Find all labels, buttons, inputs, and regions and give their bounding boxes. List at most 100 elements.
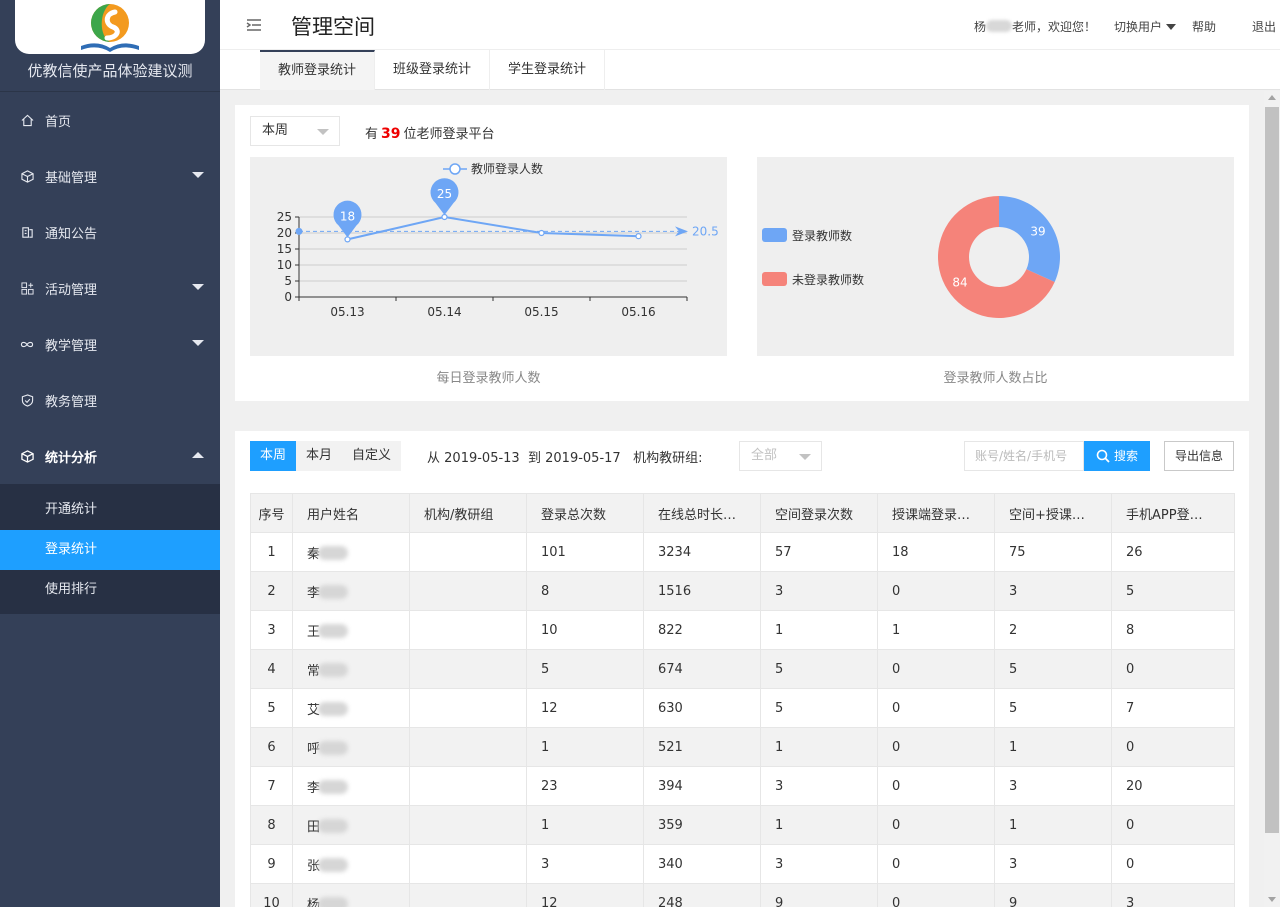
table-row[interactable]: 6 呼 1 521 1 0 1 0 xyxy=(250,727,1235,767)
menu-toggle-icon[interactable] xyxy=(246,18,262,36)
table-cell: 1 xyxy=(526,727,644,767)
column-header[interactable]: 空间+授课… xyxy=(994,493,1112,533)
table-row[interactable]: 5 艾 12 630 5 0 5 7 xyxy=(250,688,1235,728)
pie-chart-title: 登录教师人数占比 xyxy=(943,371,1048,386)
export-button[interactable]: 导出信息 xyxy=(1164,441,1234,471)
sidebar-item-statistics[interactable]: 统计分析 xyxy=(0,428,220,484)
table-row[interactable]: 10 杨 12 248 9 0 9 3 xyxy=(250,883,1235,907)
sidebar-item-teaching[interactable]: 教学管理 xyxy=(0,316,220,372)
search-button[interactable]: 搜索 xyxy=(1084,441,1150,471)
period-tab-custom[interactable]: 自定义 xyxy=(342,441,401,471)
chevron-down-icon xyxy=(192,172,204,178)
table-cell: 0 xyxy=(877,766,995,806)
sidebar-subitem-open-stats[interactable]: 开通统计 xyxy=(0,490,220,530)
column-header[interactable]: 在线总时长… xyxy=(643,493,761,533)
table-cell xyxy=(409,688,527,728)
period-select[interactable]: 本周 xyxy=(250,116,340,146)
redacted-name xyxy=(318,701,349,716)
line-chart-svg: 教师登录人数 0 5 10 15 20 25 05.13 05.14 05.15 05.16 20.5… xyxy=(277,161,719,319)
period-tab-week[interactable]: 本周 xyxy=(250,441,297,471)
page-title: 管理空间 xyxy=(291,15,375,39)
table-cell: 5 xyxy=(994,688,1112,728)
org-select[interactable]: 全部 xyxy=(739,441,822,471)
vertical-scrollbar[interactable] xyxy=(1264,91,1280,907)
logout-link[interactable]: 退出 xyxy=(1252,18,1276,35)
period-tab-month[interactable]: 本月 xyxy=(296,441,342,471)
legend-label: 教师登录人数 xyxy=(471,161,543,176)
column-header[interactable]: 机构/教研组 xyxy=(409,493,527,533)
sidebar-item-academic[interactable]: 教务管理 xyxy=(0,372,220,428)
row-index: 2 xyxy=(250,571,293,611)
table-row[interactable]: 8 田 1 359 1 0 1 0 xyxy=(250,805,1235,845)
teacher-login-count: 39 xyxy=(381,126,401,142)
summary-suffix: 位老师登录平台 xyxy=(403,127,495,142)
table-cell: 0 xyxy=(877,844,995,884)
caret-down-icon xyxy=(1166,24,1177,30)
help-link[interactable]: 帮助 xyxy=(1192,18,1216,35)
table-cell: 0 xyxy=(877,805,995,845)
table-row[interactable]: 4 常 5 674 5 0 5 0 xyxy=(250,649,1235,689)
table-cell: 0 xyxy=(877,883,995,907)
column-header[interactable]: 空间登录次数 xyxy=(760,493,878,533)
table-cell: 0 xyxy=(1111,649,1235,689)
sidebar-subitem-usage-rank[interactable]: 使用排行 xyxy=(0,570,220,610)
sidebar-item-activity[interactable]: 活动管理 xyxy=(0,260,220,316)
column-header[interactable]: 授课端登录… xyxy=(877,493,995,533)
table-row[interactable]: 9 张 3 340 3 0 3 0 xyxy=(250,844,1235,884)
table-row[interactable]: 7 李 23 394 3 0 3 20 xyxy=(250,766,1235,806)
table-cell xyxy=(409,571,527,611)
sidebar-subitem-login-stats[interactable]: 登录统计 xyxy=(0,530,220,570)
table-cell xyxy=(409,766,527,806)
table-cell: 5 xyxy=(760,688,878,728)
table-row[interactable]: 2 李 8 1516 3 0 3 5 xyxy=(250,571,1235,611)
x-tick-label: 05.15 xyxy=(524,305,558,319)
table-cell xyxy=(409,844,527,884)
row-index: 9 xyxy=(250,844,293,884)
table-cell: 7 xyxy=(1111,688,1235,728)
column-header[interactable]: 用户姓名 xyxy=(292,493,410,533)
tab-bar: 教师登录统计 班级登录统计 学生登录统计 xyxy=(220,50,1280,90)
row-index: 6 xyxy=(250,727,293,767)
tab-student-login[interactable]: 学生登录统计 xyxy=(490,50,605,90)
column-header[interactable]: 登录总次数 xyxy=(526,493,644,533)
sidebar-item-label: 统计分析 xyxy=(45,450,98,466)
switch-user-button[interactable]: 切换用户 xyxy=(1114,18,1177,35)
table-row[interactable]: 3 王 10 822 1 1 2 8 xyxy=(250,610,1235,650)
table-cell: 9 xyxy=(994,883,1112,907)
table-cell: 3 xyxy=(760,766,878,806)
table-cell: 3 xyxy=(994,766,1112,806)
tab-class-login[interactable]: 班级登录统计 xyxy=(375,50,490,90)
period-tabs: 本周 本月 自定义 xyxy=(250,441,402,471)
org-name: 优教信使产品体验建议测 xyxy=(27,62,193,80)
chevron-up-icon xyxy=(192,452,204,458)
caret-down-icon xyxy=(317,129,329,135)
table-cell: 3 xyxy=(994,571,1112,611)
y-tick-label: 15 xyxy=(277,242,292,256)
table-cell: 1 xyxy=(994,727,1112,767)
table-cell xyxy=(409,883,527,907)
from-date[interactable]: 2019-05-13 xyxy=(444,451,520,466)
table-cell xyxy=(409,532,527,572)
table-row[interactable]: 1 秦 101 3234 57 18 75 26 xyxy=(250,532,1235,572)
table-cell: 0 xyxy=(877,688,995,728)
logo xyxy=(15,0,205,54)
sidebar-item-notice[interactable]: 通知公告 xyxy=(0,204,220,260)
to-date[interactable]: 2019-05-17 xyxy=(545,451,621,466)
column-header[interactable]: 序号 xyxy=(250,493,293,533)
legend-label: 未登录教师数 xyxy=(792,272,864,287)
login-overview-card: 本周 有 39 位老师登录平台 教师登录人数 0 5 10 15 20 25 05.13 05.14… xyxy=(235,105,1249,401)
column-header[interactable]: 手机APP登… xyxy=(1111,493,1235,533)
scroll-up-icon[interactable] xyxy=(1268,95,1276,100)
scroll-down-icon[interactable] xyxy=(1268,897,1276,902)
sidebar-item-label: 教务管理 xyxy=(45,394,98,410)
caret-down-icon xyxy=(799,454,811,460)
sidebar-item-home[interactable]: 首页 xyxy=(0,92,220,148)
org-select-value: 全部 xyxy=(751,448,778,463)
table-cell xyxy=(409,610,527,650)
main-content: 本周 有 39 位老师登录平台 教师登录人数 0 5 10 15 20 25 05.13 05.14… xyxy=(220,91,1264,907)
table-cell: 秦 xyxy=(292,532,410,572)
tab-teacher-login[interactable]: 教师登录统计 xyxy=(260,50,375,90)
scrollbar-thumb[interactable] xyxy=(1265,107,1279,833)
search-input[interactable] xyxy=(964,441,1084,471)
sidebar-item-basic[interactable]: 基础管理 xyxy=(0,148,220,204)
